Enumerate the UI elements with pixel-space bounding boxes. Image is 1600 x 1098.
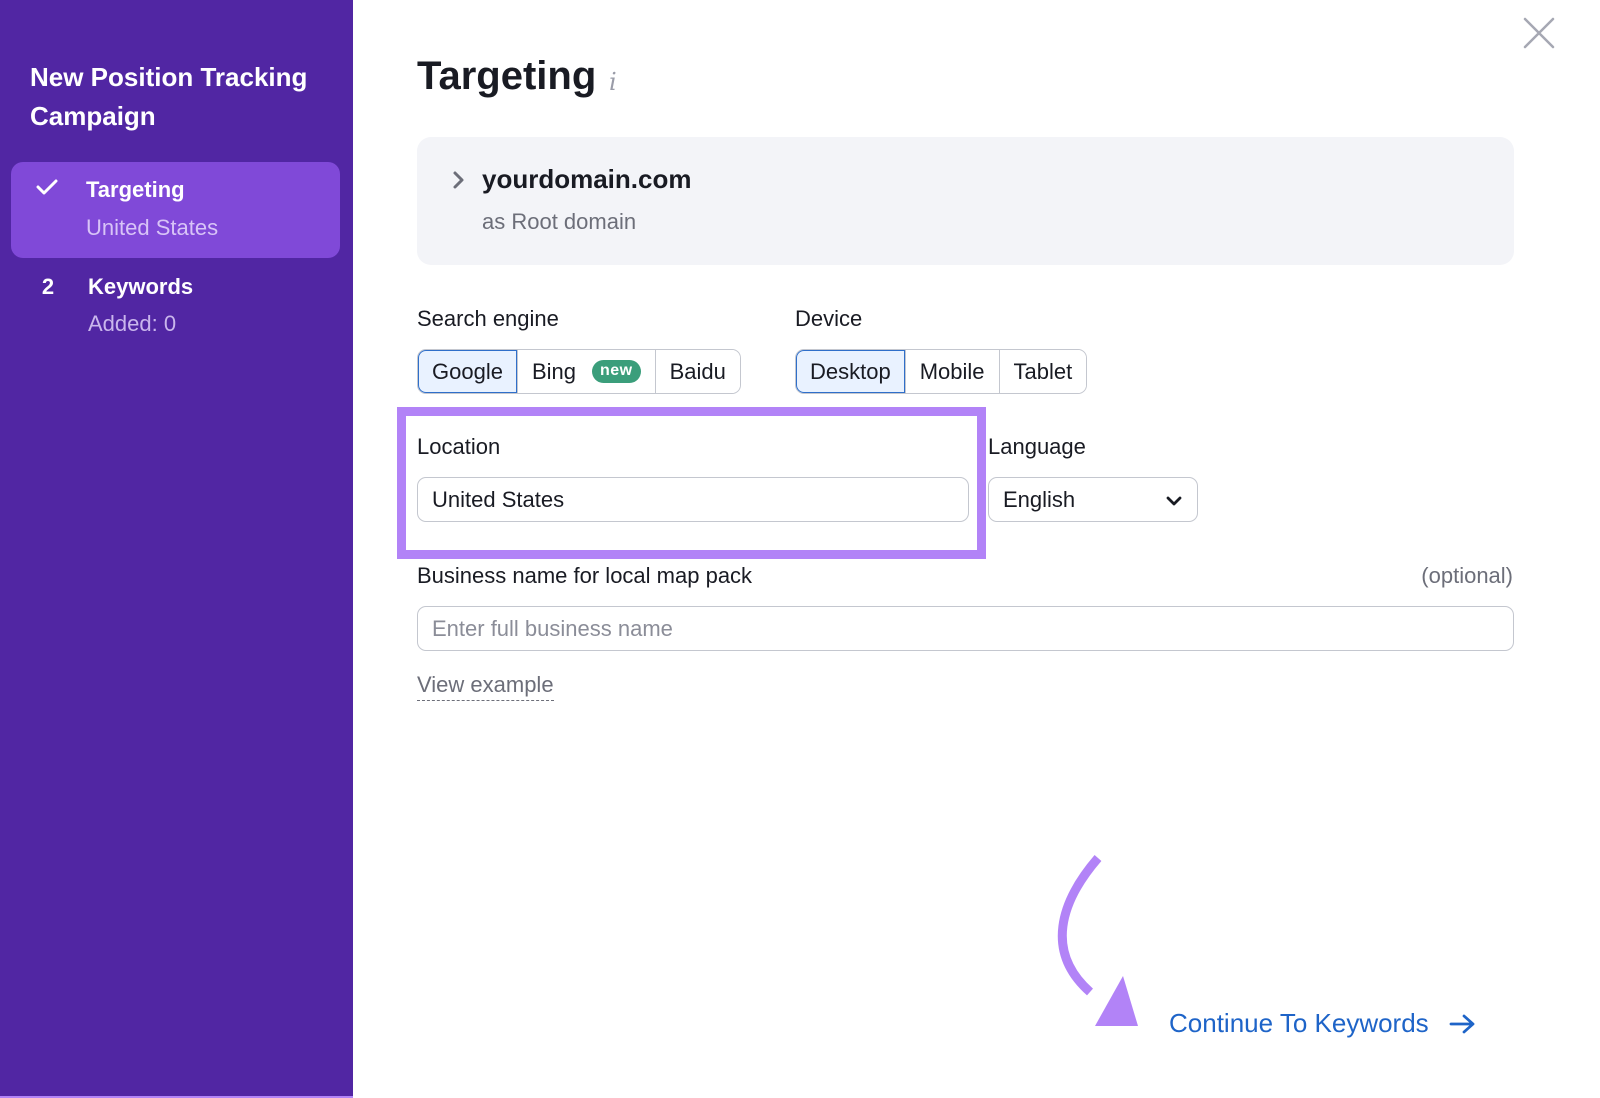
option-label: Desktop	[810, 358, 891, 384]
continue-label: Continue To Keywords	[1169, 1008, 1429, 1038]
option-label: Tablet	[1013, 358, 1073, 384]
domain-summary: yourdomain.com as Root domain	[417, 137, 1514, 265]
annotation-curved-arrow-icon	[1057, 855, 1138, 1026]
step-label: Targeting	[86, 177, 185, 202]
close-button[interactable]	[1520, 14, 1558, 52]
search-engine-google[interactable]: Google	[418, 350, 517, 393]
device-desktop[interactable]: Desktop	[796, 350, 905, 393]
location-label: Location	[417, 434, 501, 459]
option-label: Bing	[531, 358, 576, 384]
business-name-input[interactable]	[417, 606, 1514, 651]
location-input[interactable]	[417, 477, 969, 522]
step-sublabel: United States	[86, 215, 219, 240]
language-value: English	[1003, 487, 1076, 512]
option-label: Google	[432, 358, 503, 384]
view-example-link[interactable]: View example	[417, 672, 554, 701]
device-label: Device	[795, 306, 863, 331]
search-engine-selector: Google Bing new Baidu	[417, 349, 741, 394]
device-selector: Desktop Mobile Tablet	[795, 349, 1088, 394]
step-keywords[interactable]: 2 Keywords Added: 0	[11, 262, 340, 352]
device-mobile[interactable]: Mobile	[904, 350, 999, 393]
optional-hint: (optional)	[1421, 563, 1513, 588]
checkmark-icon	[35, 176, 59, 202]
step-sublabel: Added: 0	[88, 311, 177, 336]
device-tablet[interactable]: Tablet	[998, 350, 1087, 393]
page-title: Targeting	[417, 54, 597, 98]
language-label: Language	[988, 434, 1086, 459]
search-engine-label: Search engine	[417, 306, 559, 331]
continue-to-keywords-button[interactable]: Continue To Keywords	[1169, 1008, 1477, 1039]
option-label: Mobile	[919, 358, 985, 384]
search-engine-baidu[interactable]: Baidu	[654, 350, 740, 393]
close-icon	[1523, 17, 1555, 49]
step-targeting[interactable]: Targeting United States	[11, 162, 340, 258]
step-number: 2	[41, 274, 55, 299]
arrow-right-icon	[1449, 1014, 1475, 1033]
chevron-down-icon	[1165, 492, 1183, 510]
info-icon[interactable]: i	[609, 68, 617, 96]
wizard-sidebar: New Position Tracking Campaign Targeting…	[0, 0, 353, 1098]
search-engine-bing[interactable]: Bing new	[516, 350, 655, 393]
step-label: Keywords	[88, 274, 194, 299]
new-badge: new	[592, 360, 641, 383]
sidebar-title: New Position Tracking Campaign	[30, 62, 308, 131]
domain-name: yourdomain.com	[482, 164, 692, 194]
option-label: Baidu	[669, 358, 726, 384]
domain-type: as Root domain	[482, 209, 637, 234]
language-select[interactable]: English	[988, 477, 1198, 522]
chevron-right-icon[interactable]	[449, 168, 469, 192]
business-name-label: Business name for local map pack	[417, 563, 753, 588]
